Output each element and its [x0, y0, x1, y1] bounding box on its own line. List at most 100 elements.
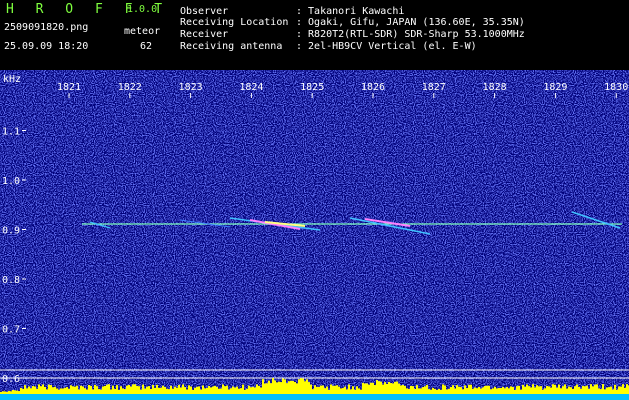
level-bar — [484, 385, 486, 394]
level-bar — [206, 387, 208, 394]
level-bar — [96, 386, 98, 394]
bottom-band — [0, 394, 629, 400]
level-bar — [344, 386, 346, 394]
level-bar — [62, 388, 64, 394]
level-bar — [310, 384, 312, 394]
level-bar — [368, 384, 370, 394]
level-bar — [460, 387, 462, 394]
level-bar — [110, 389, 112, 394]
level-bar — [128, 384, 130, 394]
level-bar — [570, 387, 572, 394]
level-bar — [88, 384, 90, 394]
level-bar — [618, 386, 620, 394]
file-name: 2509091820.png — [4, 22, 89, 33]
level-bar — [462, 389, 464, 394]
level-bar — [194, 387, 196, 394]
level-bar — [432, 387, 434, 394]
header-panel: H R O F F T 1.0.0 2509091820.png meteor … — [0, 0, 629, 70]
level-bar — [176, 387, 178, 394]
level-bar — [2, 391, 4, 394]
level-bar — [164, 387, 166, 394]
level-bar — [338, 386, 340, 394]
level-bar — [610, 386, 612, 394]
level-bar — [530, 387, 532, 394]
level-bar — [322, 385, 324, 394]
x-tick-label: 1829 — [543, 82, 567, 93]
level-bar — [392, 383, 394, 394]
level-bar — [414, 388, 416, 394]
level-bar — [428, 389, 430, 394]
level-bar — [360, 389, 362, 394]
level-bar — [354, 389, 356, 394]
level-bar — [602, 384, 604, 394]
level-bar — [494, 386, 496, 394]
level-bar — [580, 388, 582, 394]
level-bar — [172, 388, 174, 394]
level-bar — [588, 388, 590, 394]
level-bar — [316, 386, 318, 394]
y-tick-label: 0.9 — [2, 226, 20, 237]
level-bar — [6, 391, 8, 394]
level-bar — [614, 384, 616, 394]
level-bar — [156, 384, 158, 394]
level-bar — [250, 387, 252, 394]
level-bar — [4, 391, 6, 394]
level-bar — [290, 380, 292, 394]
level-bar — [320, 385, 322, 394]
level-bar — [276, 382, 278, 394]
level-bar — [480, 388, 482, 394]
level-bar — [456, 385, 458, 394]
level-bar — [502, 386, 504, 394]
level-bar — [306, 379, 308, 394]
level-bar — [448, 388, 450, 394]
level-bar — [208, 385, 210, 394]
level-bar — [248, 385, 250, 394]
level-bar — [78, 389, 80, 394]
level-bar — [624, 387, 626, 394]
level-bar — [222, 384, 224, 394]
level-bar — [138, 386, 140, 394]
level-bar — [170, 385, 172, 394]
level-bar — [260, 387, 262, 394]
level-bar — [274, 380, 276, 394]
level-bar — [598, 388, 600, 394]
level-bar — [604, 389, 606, 394]
level-bar — [546, 385, 548, 394]
level-bar — [68, 388, 70, 394]
level-bar — [364, 383, 366, 394]
level-bar — [554, 384, 556, 394]
level-bar — [334, 385, 336, 394]
level-bar — [582, 385, 584, 394]
level-bar — [84, 388, 86, 394]
level-bar — [558, 384, 560, 394]
level-bar — [472, 388, 474, 394]
level-bar — [86, 389, 88, 394]
level-bar — [366, 383, 368, 394]
level-bar — [214, 385, 216, 394]
level-bar — [282, 378, 284, 394]
level-bar — [130, 386, 132, 394]
x-tick-label: 1824 — [239, 82, 263, 93]
level-bar — [524, 386, 526, 394]
level-bar — [490, 389, 492, 394]
x-tick-label: 1823 — [179, 82, 203, 93]
level-bar — [266, 383, 268, 394]
level-bar — [258, 385, 260, 394]
level-bar — [596, 384, 598, 394]
level-bar — [332, 385, 334, 394]
level-bar — [508, 388, 510, 394]
x-tick-label: 1828 — [483, 82, 507, 93]
spectrogram-plot: 1821 1822 1823 1824 1825 1826 1827 1828 1829 1830… — [0, 70, 629, 400]
level-bar — [422, 387, 424, 394]
level-bar — [342, 388, 344, 394]
level-bar — [146, 386, 148, 394]
level-bar — [592, 386, 594, 394]
level-bar — [548, 386, 550, 394]
level-bar — [134, 384, 136, 394]
level-bar — [126, 385, 128, 394]
level-bar — [356, 386, 358, 394]
level-bar — [560, 388, 562, 394]
level-bar — [550, 387, 552, 394]
level-bar — [124, 389, 126, 394]
level-bar — [38, 384, 40, 394]
